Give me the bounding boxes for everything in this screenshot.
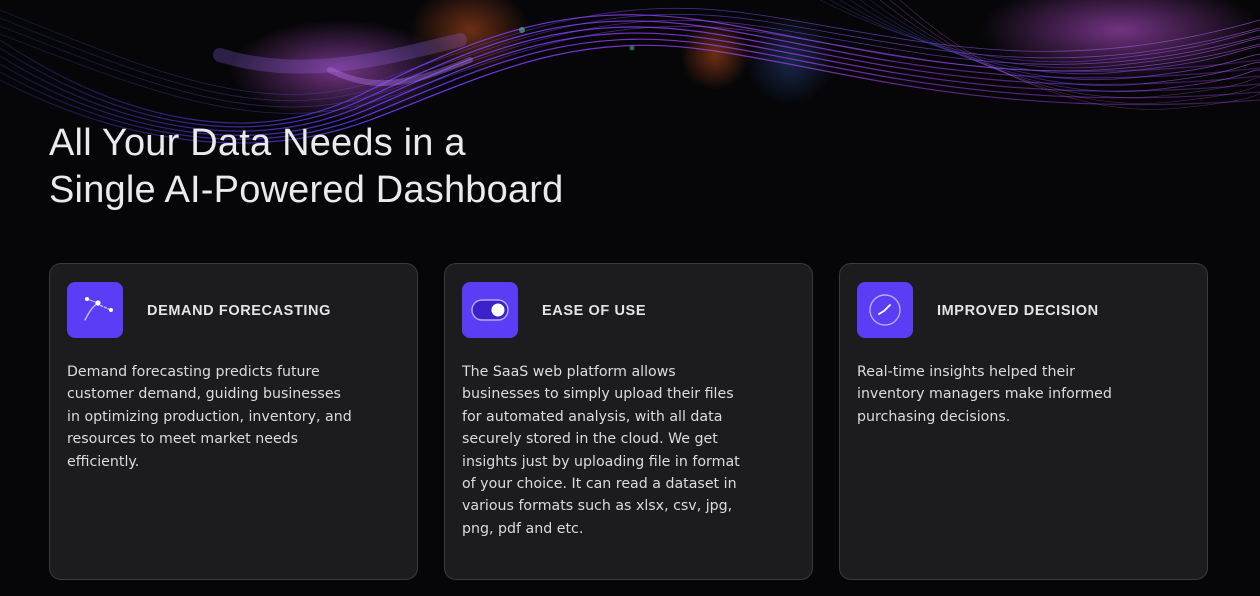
- page-headline: All Your Data Needs in a Single AI-Power…: [49, 120, 564, 214]
- headline-line-1: All Your Data Needs in a: [49, 122, 466, 164]
- headline-line-2: Single AI-Powered Dashboard: [49, 169, 564, 211]
- feature-card-ease-of-use: EASE OF USE The SaaS web platform allows…: [444, 263, 813, 580]
- card-title: IMPROVED DECISION: [937, 303, 1099, 319]
- gauge-icon: [857, 282, 913, 338]
- card-title: DEMAND FORECASTING: [147, 303, 331, 319]
- feature-card-demand-forecasting: DEMAND FORECASTING Demand forecasting pr…: [49, 263, 418, 580]
- feature-card-improved-decision: IMPROVED DECISION Real-time insights hel…: [839, 263, 1208, 580]
- card-description: Demand forecasting predicts future custo…: [67, 364, 352, 470]
- card-description: The SaaS web platform allows businesses …: [462, 364, 740, 537]
- card-title: EASE OF USE: [542, 303, 647, 319]
- toggle-icon: [462, 282, 518, 338]
- forecast-curve-icon: [67, 282, 123, 338]
- card-description: Real-time insights helped their inventor…: [857, 364, 1112, 425]
